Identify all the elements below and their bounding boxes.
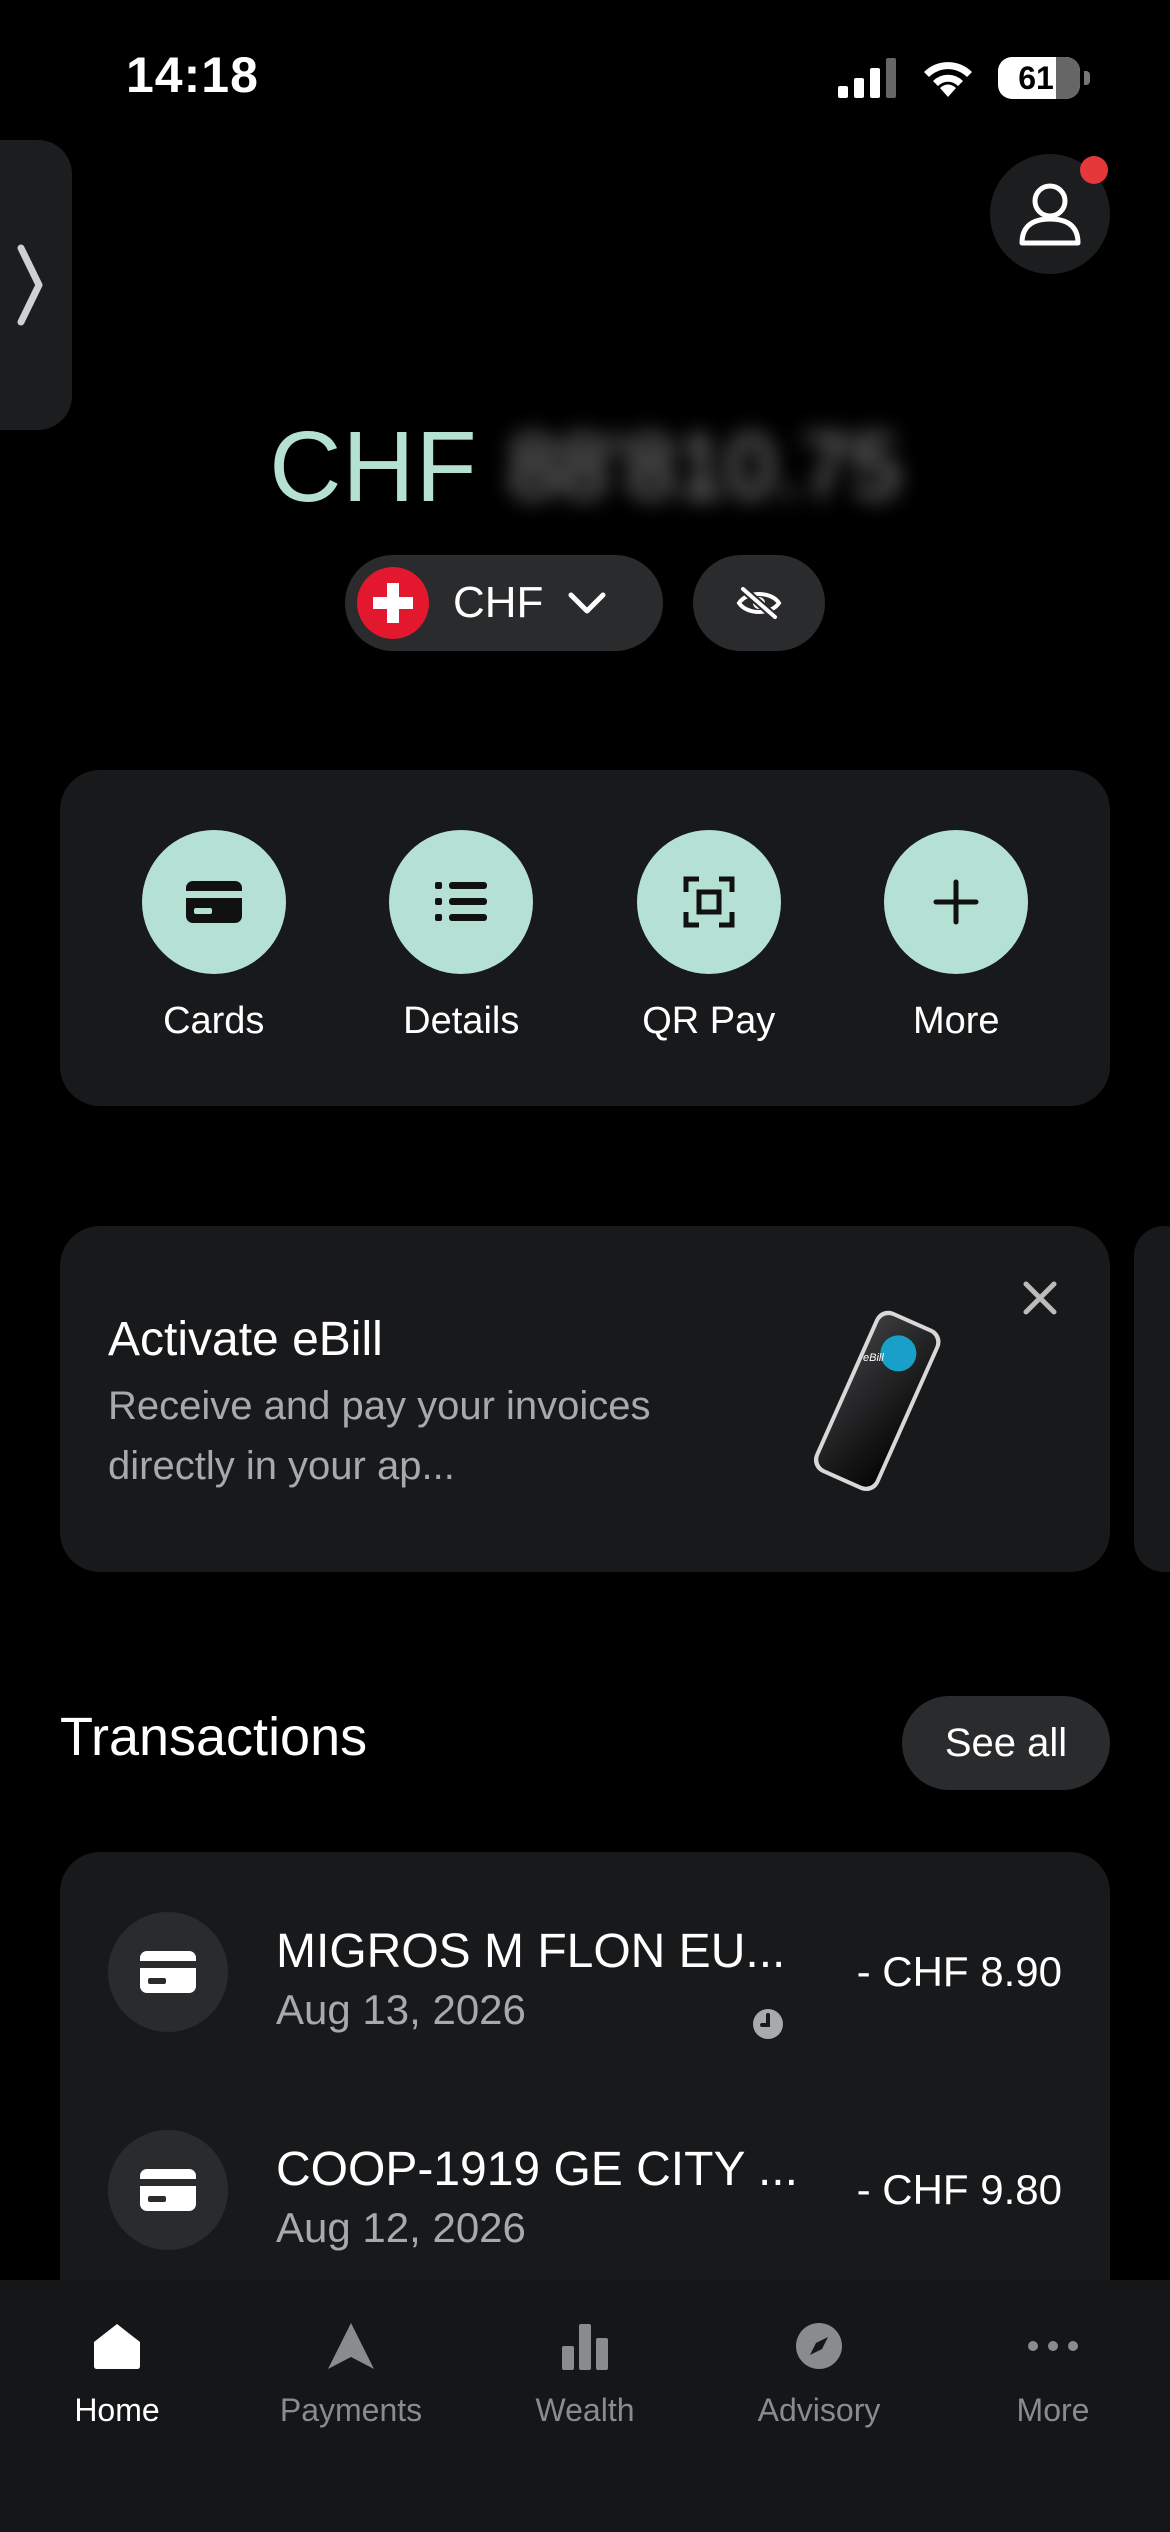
action-details[interactable]: Details <box>361 830 561 1106</box>
transactions-heading: Transactions <box>60 1707 368 1767</box>
transaction-card-icon-wrap <box>108 2130 228 2250</box>
notification-dot <box>1080 156 1108 184</box>
battery-cap <box>1084 71 1090 85</box>
transaction-amount: - CHF 9.80 <box>856 2166 1062 2213</box>
chevron-down-icon <box>568 592 606 614</box>
payments-icon <box>328 2323 374 2369</box>
status-time: 14:18 <box>126 47 259 103</box>
more-dots-icon <box>1028 2341 1078 2351</box>
action-label: More <box>912 1000 1000 1042</box>
card-icon <box>140 2169 196 2211</box>
action-more-circle[interactable] <box>884 830 1029 974</box>
profile-button[interactable] <box>990 154 1110 274</box>
action-more[interactable]: More <box>856 830 1056 1106</box>
nav-label: Payments <box>279 2392 423 2428</box>
list-icon <box>435 882 488 921</box>
nav-advisory[interactable]: Advisory <box>702 2316 936 2532</box>
transaction-row[interactable]: COOP-1919 GE CITY ... Aug 12, 2026 - CHF… <box>60 2100 1110 2280</box>
battery-level: 61 <box>1018 60 1054 96</box>
ebill-badge: eBill <box>863 1352 884 1364</box>
ebill-promo-card[interactable]: Activate eBill Receive and pay your invo… <box>60 1226 1110 1572</box>
see-all-button[interactable]: See all <box>902 1696 1110 1790</box>
action-label: Details <box>403 1000 520 1042</box>
currency-selector[interactable]: CHF <box>345 555 663 651</box>
hide-balance-button[interactable] <box>693 555 825 651</box>
battery-icon: 61 <box>998 57 1080 99</box>
action-qr-pay[interactable]: QR Pay <box>609 830 809 1106</box>
nav-more[interactable]: More <box>936 2316 1170 2532</box>
promo-text: Receive and pay your invoices directly i… <box>108 1384 651 1488</box>
nav-wealth[interactable]: Wealth <box>468 2316 702 2532</box>
bar-chart-icon <box>562 2324 608 2370</box>
balance-amount-blurred: 88'810.75 <box>508 417 901 517</box>
status-icons: 61 <box>838 54 1090 102</box>
plus-icon <box>933 879 979 925</box>
transaction-date: Aug 12, 2026 <box>276 2204 526 2251</box>
action-details-circle[interactable] <box>389 830 534 974</box>
action-label: QR Pay <box>642 1000 776 1042</box>
transaction-date: Aug 13, 2026 <box>276 1986 526 2033</box>
balance-display: CHF 88'810.75 <box>0 410 1170 525</box>
next-promo-card[interactable] <box>1134 1226 1170 1572</box>
compass-icon <box>796 2323 842 2369</box>
pending-clock-icon <box>753 2009 783 2039</box>
status-bar: 14:18 61 <box>0 0 1170 150</box>
action-cards[interactable]: Cards <box>114 830 314 1106</box>
transaction-row[interactable]: MIGROS M FLON EU... Aug 13, 2026 - CHF 8… <box>60 1882 1110 2062</box>
currency-controls: CHF <box>0 555 1170 651</box>
promo-title: Activate eBill <box>108 1313 383 1366</box>
side-panel-handle[interactable] <box>0 140 72 430</box>
wifi-icon <box>924 62 972 97</box>
close-icon <box>1023 1281 1057 1315</box>
balance-currency: CHF <box>269 411 478 523</box>
nav-payments[interactable]: Payments <box>234 2316 468 2532</box>
currency-selector-label: CHF <box>453 578 544 627</box>
chevron-right-icon <box>17 244 43 326</box>
nav-label: More <box>1016 2392 1090 2428</box>
eye-off-icon <box>736 585 782 621</box>
action-label: Cards <box>163 1000 265 1042</box>
transaction-merchant: MIGROS M FLON EU... <box>276 1925 786 1978</box>
user-icon <box>1019 183 1081 246</box>
home-icon <box>94 2324 140 2369</box>
phone-illustration: eBill <box>813 1310 941 1492</box>
nav-home[interactable]: Home <box>0 2316 234 2532</box>
card-icon <box>185 881 242 923</box>
transaction-merchant: COOP-1919 GE CITY ... <box>276 2143 798 2196</box>
qr-scan-icon <box>683 876 735 928</box>
bottom-nav: Home Payments Wealth Advisory More <box>0 2280 1170 2532</box>
swiss-flag-icon <box>357 567 429 639</box>
card-icon <box>140 1951 196 1993</box>
nav-label: Home <box>74 2392 160 2428</box>
nav-label: Advisory <box>757 2392 881 2428</box>
close-promo-button[interactable] <box>1014 1272 1066 1324</box>
transaction-amount: - CHF 8.90 <box>856 1948 1062 1995</box>
cellular-signal-icon <box>838 58 896 98</box>
quick-actions-card: Cards Details QR Pay More <box>60 770 1110 1106</box>
action-qr-pay-circle[interactable] <box>636 830 781 974</box>
transaction-card-icon-wrap <box>108 1912 228 2032</box>
action-cards-circle[interactable] <box>141 830 286 974</box>
nav-label: Wealth <box>535 2392 635 2428</box>
